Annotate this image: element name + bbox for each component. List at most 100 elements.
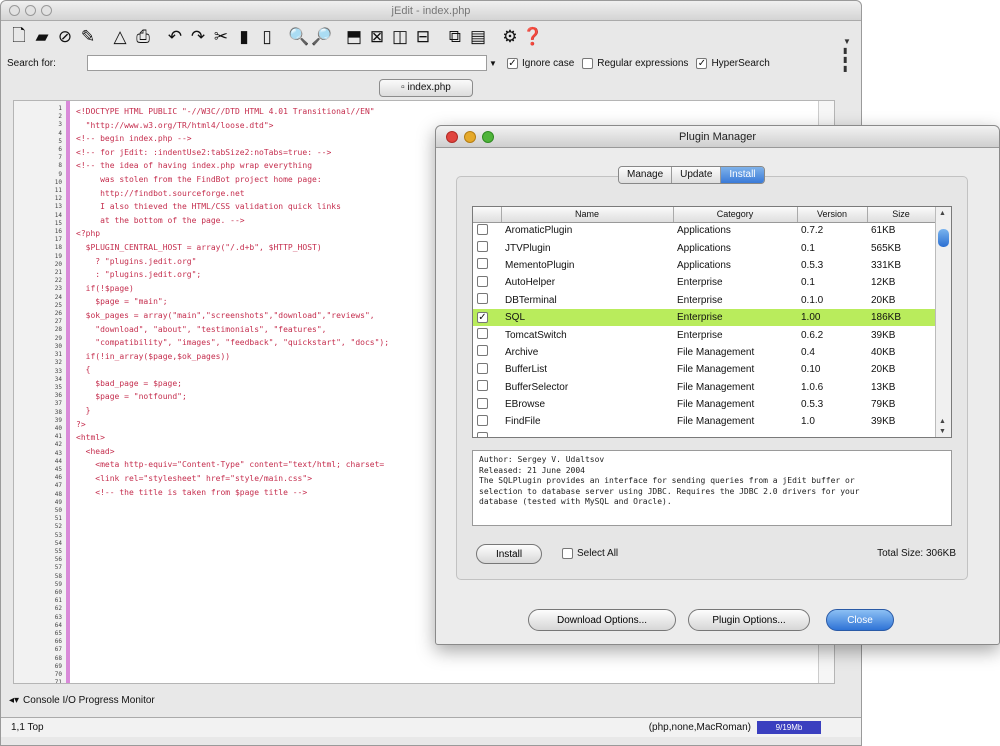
close-file-icon[interactable]: ⊘ (55, 26, 75, 48)
table-row[interactable] (473, 431, 935, 437)
regex-checkbox[interactable] (582, 57, 594, 69)
hypersearch-option[interactable]: ✓ HyperSearch (696, 57, 770, 69)
unsplit-icon[interactable]: ⊟ (413, 26, 433, 48)
find-next-icon[interactable]: 🔎 (311, 26, 332, 48)
edit-pencil-icon[interactable]: ✎ (78, 26, 98, 48)
row-install-checkbox[interactable]: ✓ (477, 312, 488, 324)
ignore-case-checkbox[interactable]: ✓ (507, 57, 518, 69)
row-install-cell (473, 257, 501, 274)
redo-icon[interactable]: ↷ (188, 26, 208, 48)
plugin-manager-icon[interactable]: ⚙ (500, 26, 520, 48)
open-file-icon[interactable]: ▰ (32, 26, 52, 48)
plugin-manager-dialog: Plugin Manager Manage Update Install Nam… (435, 125, 1000, 645)
row-install-checkbox[interactable] (477, 328, 488, 340)
print-preview-icon[interactable]: ⎙ (133, 26, 153, 48)
description-line: Author: Sergey V. Udaltsov (479, 455, 605, 464)
scroll-down-icon[interactable]: ▼ (939, 428, 946, 435)
global-options-icon[interactable]: ▤ (468, 26, 488, 48)
search-input[interactable] (87, 55, 487, 71)
column-header-install[interactable] (473, 207, 502, 223)
table-row[interactable]: DBTerminal Enterprise 0.1.0 20KB (473, 292, 935, 309)
table-row[interactable]: TomcatSwitch Enterprise 0.6.2 39KB (473, 326, 935, 343)
column-header-size[interactable]: Size (867, 207, 936, 223)
description-line: selection to database server using JDBC.… (479, 486, 860, 496)
help-icon[interactable]: ❓ (522, 26, 543, 48)
table-row[interactable]: FindFile File Management 1.0 39KB (473, 413, 935, 430)
plugin-table-scrollbar[interactable]: ▲ ▲ ▼ (935, 207, 951, 437)
line-number: 35 (54, 383, 62, 391)
row-install-checkbox[interactable] (477, 397, 488, 409)
split-pane-icon[interactable]: ◫ (390, 26, 410, 48)
table-row[interactable]: BufferList File Management 0.10 20KB (473, 361, 935, 378)
row-install-checkbox[interactable] (477, 293, 488, 305)
line-number: 34 (54, 375, 62, 383)
row-install-cell: ✓ (473, 308, 501, 327)
caret-position: 1,1 Top (11, 722, 44, 733)
scroll-up-icon[interactable]: ▲ (939, 210, 946, 217)
table-row[interactable]: AromaticPlugin Applications 0.7.2 61KB (473, 222, 935, 239)
buffer-switcher[interactable]: ▫ index.php (379, 79, 473, 97)
select-all-checkbox[interactable] (562, 548, 573, 559)
table-row[interactable]: EBrowse File Management 0.5.3 79KB (473, 396, 935, 413)
gutter[interactable]: 1 2 3 4 5 6 7 8 9 10 11 12 13 14 15 16 17 18 19 20 21 22 23 24 2… (14, 101, 66, 683)
table-row[interactable]: JTVPlugin Applications 0.1 565KB (473, 239, 935, 256)
line-number: 64 (54, 621, 62, 629)
row-install-checkbox[interactable] (477, 223, 488, 235)
description-line: database (tested with MySQL and Oracle). (479, 497, 672, 506)
paste-icon[interactable]: ▯ (257, 26, 277, 48)
tab-manage[interactable]: Manage (619, 167, 673, 183)
row-install-checkbox[interactable] (477, 275, 488, 287)
table-row[interactable]: ✓ SQL Enterprise 1.00 186KB (473, 308, 935, 327)
row-install-checkbox[interactable] (477, 432, 488, 437)
row-install-cell (473, 326, 501, 343)
row-install-checkbox[interactable] (477, 380, 488, 392)
tab-install[interactable]: Install (721, 167, 764, 183)
undo-icon[interactable]: ↶ (165, 26, 185, 48)
split-vertical-icon[interactable]: ⊠ (367, 26, 387, 48)
find-icon[interactable]: 🔍 (288, 26, 309, 48)
row-install-checkbox[interactable] (477, 345, 488, 357)
column-header-category[interactable]: Category (673, 207, 798, 223)
dock-toggle-icon[interactable]: ◂▾ (9, 695, 19, 706)
plugin-size-cell (867, 431, 935, 437)
scroll-up-icon[interactable]: ▲ (939, 418, 946, 425)
line-number: 33 (54, 367, 62, 375)
plugin-options-button[interactable]: Plugin Options... (688, 609, 810, 631)
split-horizontal-icon[interactable]: ⬒ (344, 26, 364, 48)
tab-update[interactable]: Update (672, 167, 722, 183)
console-dock-label[interactable]: Console I/O Progress Monitor (23, 695, 155, 706)
buffer-options-icon[interactable]: ⧉ (445, 26, 465, 48)
close-button[interactable]: Close (826, 609, 894, 631)
row-install-checkbox[interactable] (477, 362, 488, 374)
regex-option[interactable]: Regular expressions (582, 57, 688, 69)
column-header-name[interactable]: Name (501, 207, 674, 223)
line-number: 14 (54, 211, 62, 219)
search-history-dropdown-icon[interactable]: ▼ (487, 59, 499, 68)
new-file-icon[interactable]: 🗋 (9, 26, 29, 48)
line-number: 54 (54, 539, 62, 547)
bottom-dock[interactable]: ◂▾ Console I/O Progress Monitor (9, 691, 155, 709)
memory-indicator[interactable]: 9/19Mb (757, 721, 821, 734)
line-number: 4 (58, 129, 62, 137)
scroll-thumb[interactable] (938, 229, 949, 247)
table-row[interactable]: MementoPlugin Applications 0.5.3 331KB (473, 257, 935, 274)
select-all-option[interactable]: Select All (562, 548, 618, 559)
code-line: <!DOCTYPE HTML PUBLIC "-//W3C//DTD HTML … (76, 107, 375, 116)
download-options-button[interactable]: Download Options... (528, 609, 676, 631)
row-install-checkbox[interactable] (477, 258, 488, 270)
column-header-version[interactable]: Version (797, 207, 868, 223)
copy-icon[interactable]: ▮ (234, 26, 254, 48)
dialog-titlebar: Plugin Manager (436, 126, 999, 148)
print-icon[interactable]: △ (110, 26, 130, 48)
table-row[interactable]: AutoHelper Enterprise 0.1 12KB (473, 274, 935, 291)
hypersearch-checkbox[interactable]: ✓ (696, 57, 708, 69)
cut-icon[interactable]: ✂ (211, 26, 231, 48)
row-install-checkbox[interactable] (477, 241, 488, 253)
line-number: 30 (54, 342, 62, 350)
table-row[interactable]: Archive File Management 0.4 40KB (473, 344, 935, 361)
install-button[interactable]: Install (476, 544, 542, 564)
table-row[interactable]: BufferSelector File Management 1.0.6 13KB (473, 379, 935, 396)
plugin-name-cell: SQL (501, 308, 673, 327)
ignore-case-option[interactable]: ✓ Ignore case (507, 57, 574, 69)
row-install-checkbox[interactable] (477, 414, 488, 426)
